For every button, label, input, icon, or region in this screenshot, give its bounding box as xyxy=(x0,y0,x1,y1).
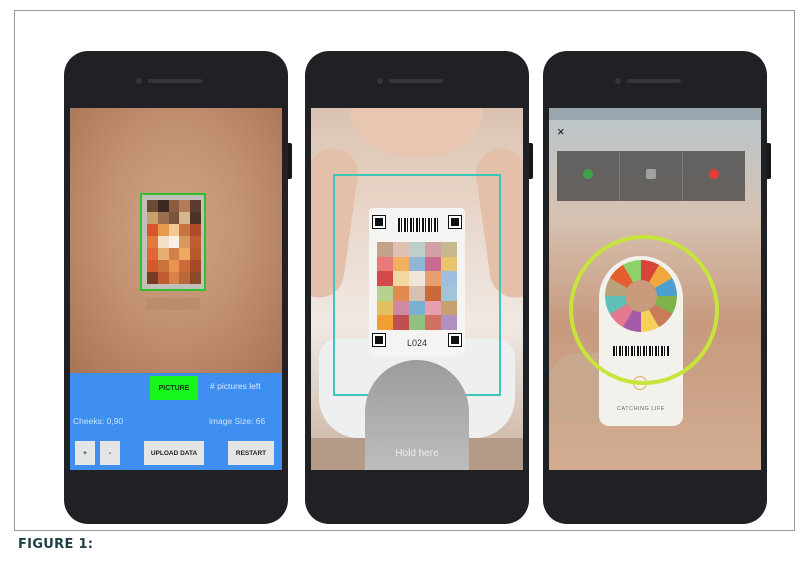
mosaic-swatch xyxy=(157,224,169,236)
mosaic-swatch xyxy=(147,272,158,284)
speaker-grille xyxy=(627,79,681,83)
toolbar-camera[interactable] xyxy=(557,151,620,201)
mosaic-swatch xyxy=(190,260,201,272)
flash-icon xyxy=(646,168,656,179)
color-mosaic xyxy=(147,200,201,284)
mosaic-swatch xyxy=(190,200,201,212)
mosaic-swatch xyxy=(190,248,201,260)
toolbar-mic[interactable] xyxy=(683,151,745,201)
image-size-value: image Size: 66 xyxy=(209,416,266,426)
phone-1: PICTURE # pictures left Cheeks: 0,90 ima… xyxy=(64,51,292,524)
mosaic-swatch xyxy=(157,236,169,248)
detection-ring xyxy=(569,235,719,385)
camera-icon xyxy=(583,168,593,179)
phone-2: L024 Hold here xyxy=(305,51,533,524)
mosaic-swatch xyxy=(147,236,158,248)
side-button xyxy=(529,143,533,179)
camera-dot xyxy=(615,78,621,84)
control-panel: PICTURE # pictures left Cheeks: 0,90 ima… xyxy=(70,373,282,470)
picture-button[interactable]: PICTURE xyxy=(150,376,198,400)
cheeks-value: Cheeks: 0,90 xyxy=(73,416,124,426)
status-bar xyxy=(549,108,761,120)
upload-data-button[interactable]: UPLOAD DATA xyxy=(144,441,204,465)
phone-3: × CATCHING LIFE xyxy=(543,51,771,524)
mosaic-swatch xyxy=(190,236,201,248)
phone-2-screen: L024 Hold here xyxy=(311,108,523,470)
mosaic-swatch xyxy=(168,248,180,260)
side-button xyxy=(767,143,771,179)
mosaic-swatch xyxy=(147,200,158,212)
mosaic-swatch xyxy=(190,212,201,224)
side-button xyxy=(288,143,292,179)
mosaic-swatch xyxy=(168,272,180,284)
camera-dot xyxy=(377,78,383,84)
mosaic-swatch xyxy=(179,212,191,224)
plus-button[interactable]: + xyxy=(75,441,95,465)
mosaic-swatch xyxy=(179,200,191,212)
speaker-grille xyxy=(148,79,202,83)
restart-button[interactable]: RESTART xyxy=(228,441,274,465)
brand-label: CATCHING LIFE xyxy=(617,406,665,412)
toolbar-flash[interactable] xyxy=(620,151,683,201)
pictures-left-label: # pictures left xyxy=(210,381,261,391)
mosaic-swatch xyxy=(157,248,169,260)
mosaic-swatch xyxy=(168,200,180,212)
mosaic-swatch xyxy=(168,212,180,224)
mosaic-swatch xyxy=(147,212,158,224)
mosaic-swatch xyxy=(157,200,169,212)
mosaic-swatch xyxy=(179,260,191,272)
minus-button[interactable]: - xyxy=(100,441,120,465)
figure-frame: PICTURE # pictures left Cheeks: 0,90 ima… xyxy=(14,10,795,531)
mosaic-swatch xyxy=(147,248,158,260)
phone-3-screen: × CATCHING LIFE xyxy=(549,108,761,470)
mosaic-swatch xyxy=(168,260,180,272)
mosaic-swatch xyxy=(147,224,158,236)
mosaic-swatch xyxy=(190,272,201,284)
mosaic-swatch xyxy=(147,260,158,272)
card-shadow xyxy=(146,298,200,310)
close-icon[interactable]: × xyxy=(557,124,565,139)
mosaic-swatch xyxy=(157,260,169,272)
mic-icon xyxy=(709,168,719,179)
hold-here-label: Hold here xyxy=(395,448,439,459)
mosaic-swatch xyxy=(179,248,191,260)
speaker-grille xyxy=(389,79,443,83)
mosaic-swatch xyxy=(179,224,191,236)
figure-caption: FIGURE 1: xyxy=(18,537,94,552)
mosaic-swatch xyxy=(179,236,191,248)
mosaic-swatch xyxy=(157,212,169,224)
mosaic-swatch xyxy=(168,224,180,236)
capture-toolbar xyxy=(557,151,745,201)
mosaic-swatch xyxy=(190,224,201,236)
mosaic-swatch xyxy=(157,272,169,284)
mosaic-swatch xyxy=(168,236,180,248)
mosaic-swatch xyxy=(179,272,191,284)
detected-color-card xyxy=(140,193,206,291)
camera-dot xyxy=(136,78,142,84)
phone-1-screen: PICTURE # pictures left Cheeks: 0,90 ima… xyxy=(70,108,282,470)
